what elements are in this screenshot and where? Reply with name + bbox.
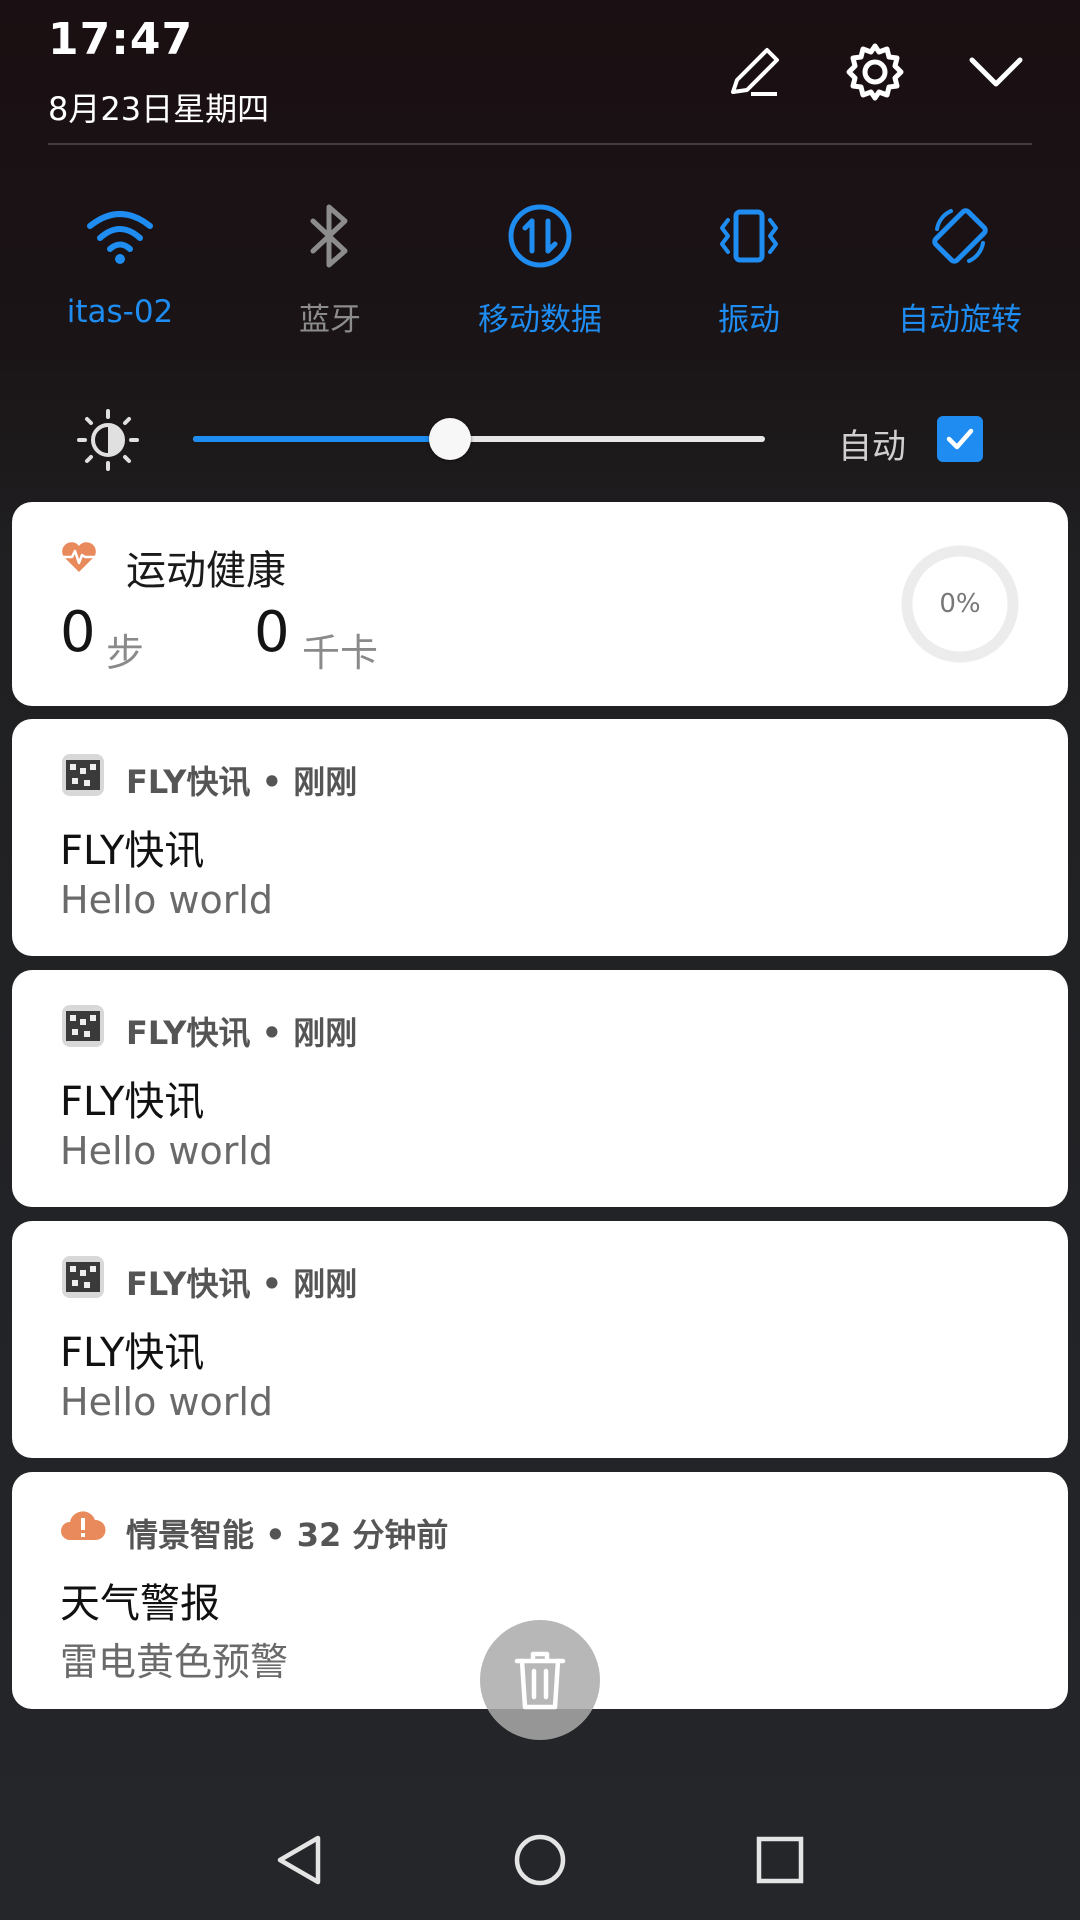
home-icon	[514, 1834, 566, 1886]
auto-brightness-checkbox[interactable]	[937, 416, 983, 462]
fly-app-icon	[62, 1256, 104, 1298]
auto-rotate-icon	[924, 200, 996, 272]
notification-title: FLY快讯	[60, 828, 205, 874]
toggle-mobile-data-label: 移动数据	[478, 302, 602, 338]
recents-icon	[756, 1836, 804, 1884]
vibrate-icon	[713, 200, 785, 272]
separator-dot: •	[254, 1516, 297, 1554]
notification-app-name: 情景智能	[126, 1516, 255, 1554]
separator-dot: •	[250, 1265, 294, 1303]
collapse-icon[interactable]	[964, 40, 1028, 104]
fly-app-icon	[62, 1005, 104, 1047]
notification-title: FLY快讯	[60, 1079, 205, 1125]
heart-rate-icon	[60, 540, 98, 578]
bluetooth-icon	[294, 200, 366, 272]
trash-icon	[514, 1651, 566, 1710]
toggle-vibrate-label: 振动	[718, 302, 780, 338]
notification-app-line: 情景智能 • 32 分钟前	[126, 1510, 448, 1556]
separator-dot: •	[250, 763, 294, 801]
notification-time: 32 分钟前	[296, 1516, 449, 1554]
notification-body: 雷电黄色预警	[60, 1640, 289, 1684]
health-steps-value: 0	[60, 600, 96, 665]
notification-time: 刚刚	[293, 1265, 358, 1303]
toggle-wifi[interactable]: itas-02	[20, 200, 220, 340]
nav-recents-button[interactable]	[740, 1820, 820, 1900]
nav-home-button[interactable]	[500, 1820, 580, 1900]
brightness-slider-thumb[interactable]	[429, 418, 472, 460]
fly-app-icon	[62, 754, 104, 796]
back-icon	[277, 1835, 321, 1885]
toggle-wifi-label: itas-02	[66, 294, 174, 330]
toggle-bluetooth-label: 蓝牙	[299, 302, 361, 338]
notification-body: Hello world	[60, 878, 274, 922]
toggle-bluetooth[interactable]: 蓝牙	[230, 200, 430, 340]
notification-title: FLY快讯	[60, 1330, 205, 1376]
mobile-data-icon	[504, 200, 576, 272]
brightness-slider-fill	[193, 436, 451, 442]
wifi-icon	[84, 200, 156, 272]
notification-app-name: FLY快讯	[126, 1014, 251, 1052]
health-title: 运动健康	[126, 548, 286, 594]
toggle-auto-rotate-label: 自动旋转	[898, 302, 1022, 338]
cloud-alert-icon	[60, 1508, 106, 1548]
notification-body: Hello world	[60, 1380, 274, 1424]
notification-app-name: FLY快讯	[126, 1265, 251, 1303]
notification-body: Hello world	[60, 1129, 274, 1173]
notification-app-name: FLY快讯	[126, 763, 251, 801]
separator-dot: •	[250, 1014, 294, 1052]
header-divider	[48, 143, 1032, 145]
auto-brightness-label: 自动	[838, 427, 906, 467]
notification-app-line: FLY快讯 • 刚刚	[126, 1259, 357, 1305]
check-icon	[946, 428, 974, 450]
toggle-auto-rotate[interactable]: 自动旋转	[860, 200, 1060, 340]
health-calories-unit: 千卡	[302, 631, 379, 675]
notification-shade-header: 17:47 8月23日星期四 itas-02 蓝牙 移动数据 振动 自动旋转 自…	[0, 0, 1080, 500]
health-steps-unit: 步	[106, 631, 145, 675]
toggle-mobile-data[interactable]: 移动数据	[440, 200, 640, 340]
notification-title: 天气警报	[60, 1581, 220, 1627]
notification-app-line: FLY快讯 • 刚刚	[126, 757, 357, 803]
notification-time: 刚刚	[293, 1014, 358, 1052]
health-progress-label: 0%	[939, 589, 981, 619]
notification-time: 刚刚	[293, 763, 358, 801]
brightness-icon	[76, 408, 140, 472]
edit-icon[interactable]	[723, 40, 787, 104]
nav-back-button[interactable]	[260, 1820, 340, 1900]
toggle-vibrate[interactable]: 振动	[649, 200, 849, 340]
notification-app-line: FLY快讯 • 刚刚	[126, 1008, 357, 1054]
settings-icon[interactable]	[843, 40, 907, 104]
health-calories-value: 0	[254, 600, 290, 665]
brightness-slider[interactable]	[193, 418, 765, 460]
clock-date: 8月23日星期四	[48, 90, 270, 128]
clock-time: 17:47	[48, 14, 194, 65]
clear-all-button[interactable]	[480, 1620, 600, 1740]
